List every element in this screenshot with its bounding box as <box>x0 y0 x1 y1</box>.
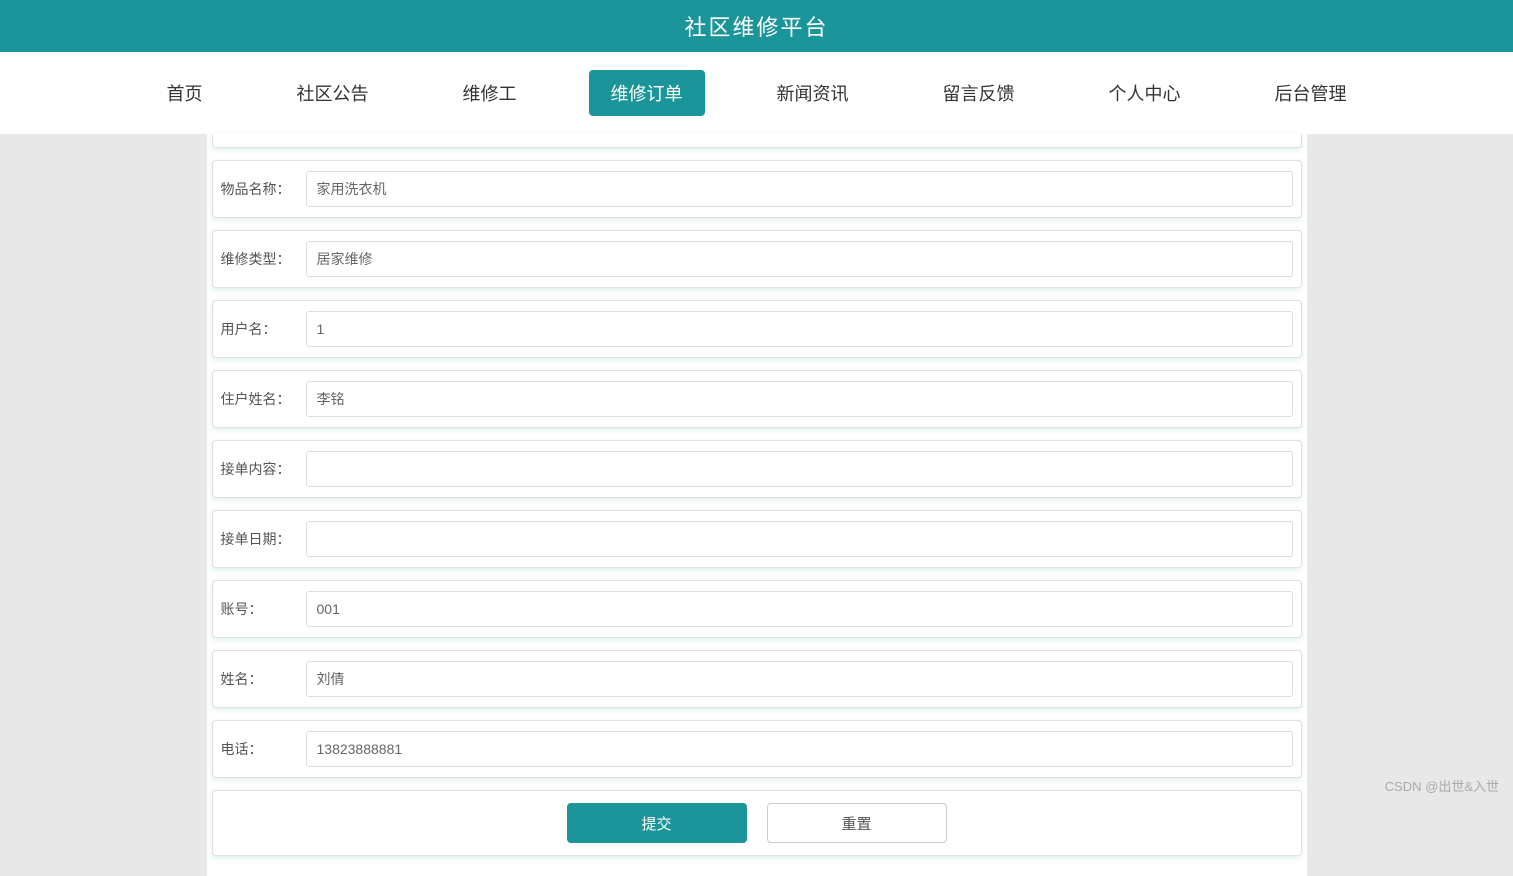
form-row-name: 姓名： <box>212 650 1302 708</box>
nav-notice[interactable]: 社区公告 <box>275 70 391 116</box>
nav-feedback[interactable]: 留言反馈 <box>921 70 1037 116</box>
label-name: 姓名： <box>221 669 306 689</box>
form-row-resident-name: 住户姓名： <box>212 370 1302 428</box>
form-row-partial <box>212 134 1302 148</box>
input-phone[interactable] <box>306 731 1293 767</box>
label-order-content: 接单内容： <box>221 459 306 479</box>
page-title: 社区维修平台 <box>684 15 828 40</box>
label-order-date: 接单日期： <box>221 529 306 549</box>
form-row-item-name: 物品名称： <box>212 160 1302 218</box>
input-repair-type[interactable] <box>306 241 1293 277</box>
nav-home[interactable]: 首页 <box>145 70 225 116</box>
input-account[interactable] <box>306 591 1293 627</box>
input-resident-name[interactable] <box>306 381 1293 417</box>
nav-news[interactable]: 新闻资讯 <box>755 70 871 116</box>
button-row: 提交 重置 <box>212 790 1302 856</box>
nav-bar: 首页 社区公告 维修工 维修订单 新闻资讯 留言反馈 个人中心 后台管理 <box>0 52 1513 134</box>
header-bar: 社区维修平台 <box>0 0 1513 52</box>
label-username: 用户名： <box>221 319 306 339</box>
label-account: 账号： <box>221 599 306 619</box>
label-resident-name: 住户姓名： <box>221 389 306 409</box>
label-item-name: 物品名称： <box>221 179 306 199</box>
input-name[interactable] <box>306 661 1293 697</box>
form-row-order-date: 接单日期： <box>212 510 1302 568</box>
nav-admin[interactable]: 后台管理 <box>1253 70 1369 116</box>
label-phone: 电话： <box>221 739 306 759</box>
form-row-username: 用户名： <box>212 300 1302 358</box>
watermark: CSDN @出世&入世 <box>1385 776 1499 795</box>
input-item-name[interactable] <box>306 171 1293 207</box>
form-row-order-content: 接单内容： <box>212 440 1302 498</box>
input-order-date[interactable] <box>306 521 1293 557</box>
input-username[interactable] <box>306 311 1293 347</box>
submit-button[interactable]: 提交 <box>567 803 747 843</box>
nav-order[interactable]: 维修订单 <box>589 70 705 116</box>
page-content: 物品名称： 维修类型： 用户名： 住户姓名： 接单内容： 接单日期： 账号： <box>207 134 1307 876</box>
form-area: 物品名称： 维修类型： 用户名： 住户姓名： 接单内容： 接单日期： 账号： <box>207 134 1307 876</box>
form-row-phone: 电话： <box>212 720 1302 778</box>
nav-worker[interactable]: 维修工 <box>441 70 539 116</box>
label-repair-type: 维修类型： <box>221 249 306 269</box>
form-row-repair-type: 维修类型： <box>212 230 1302 288</box>
form-row-account: 账号： <box>212 580 1302 638</box>
input-order-content[interactable] <box>306 451 1293 487</box>
reset-button[interactable]: 重置 <box>767 803 947 843</box>
nav-profile[interactable]: 个人中心 <box>1087 70 1203 116</box>
